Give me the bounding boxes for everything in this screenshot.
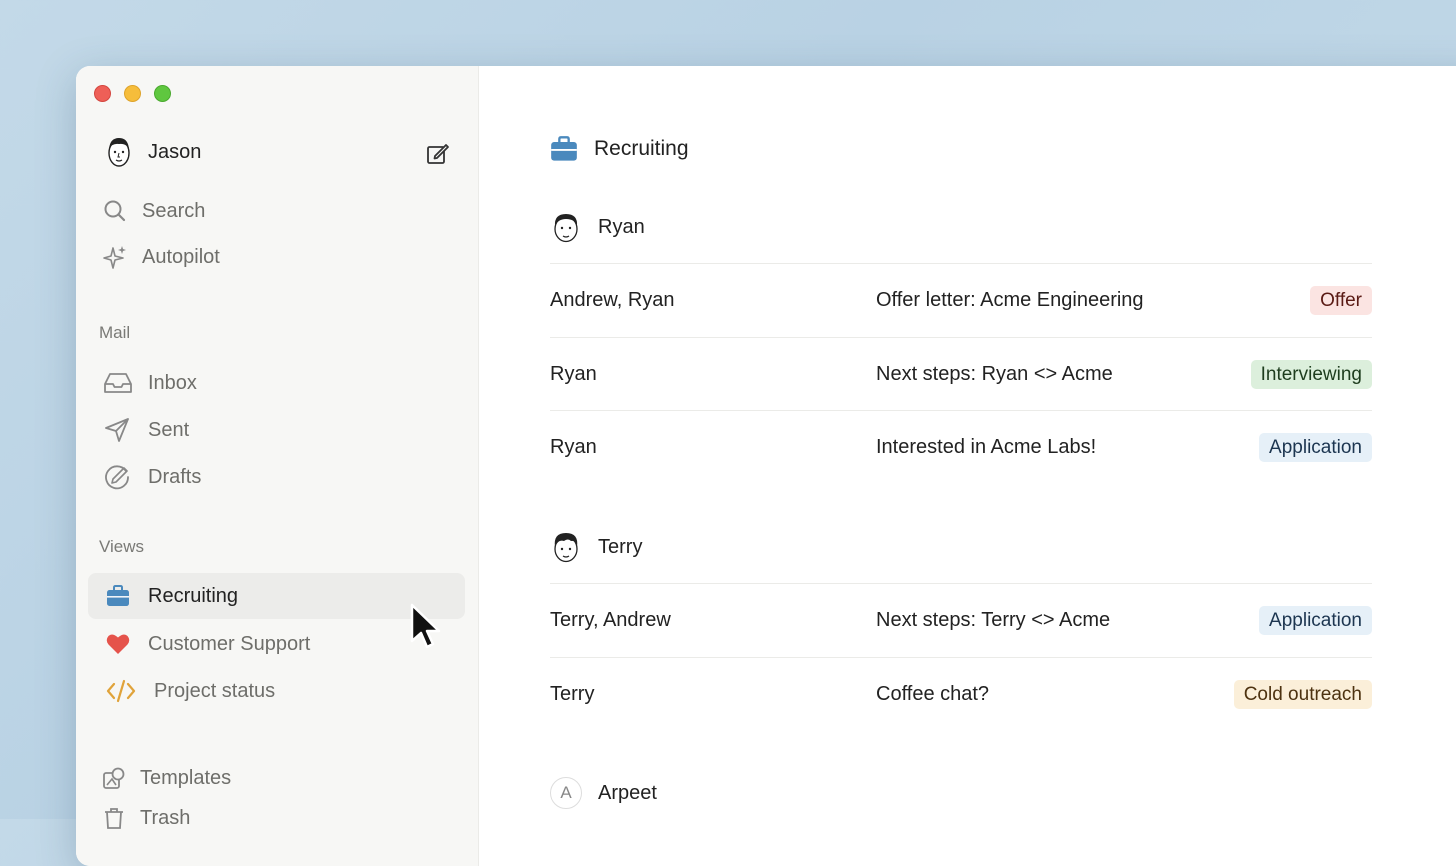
- inbox-icon: [104, 373, 132, 393]
- search-icon: [104, 200, 126, 222]
- views-section-label: Views: [99, 537, 145, 556]
- sidebar-item-label: Recruiting: [148, 584, 239, 607]
- sidebar-item-label: Customer Support: [148, 632, 311, 655]
- sidebar-item-drafts[interactable]: Drafts: [102, 464, 201, 490]
- table-row[interactable]: Andrew, Ryan Offer letter: Acme Engineer…: [550, 263, 1372, 335]
- sidebar-item-sent[interactable]: Sent: [102, 417, 189, 443]
- table-row[interactable]: Terry Coffee chat? Cold outreach: [550, 657, 1372, 729]
- sidebar-item-label: Sent: [148, 418, 190, 441]
- row-subject: Offer letter: Acme Engineering: [876, 289, 1144, 311]
- trash-icon: [105, 808, 123, 829]
- row-subject: Next steps: Ryan <> Acme: [876, 363, 1113, 385]
- sidebar-item-label: Drafts: [148, 465, 202, 488]
- person-name: Ryan: [598, 215, 645, 238]
- person-group-header[interactable]: Terry: [550, 529, 642, 565]
- row-from: Ryan: [550, 436, 597, 458]
- mouse-cursor-icon: [410, 603, 441, 649]
- main-content: Recruiting Ryan Andrew, Ryan Offer lette…: [478, 66, 1456, 866]
- avatar: [554, 533, 578, 563]
- sidebar: Jason Search Autopilot Mail Inbox Sent D…: [76, 66, 479, 866]
- page-title-text: Recruiting: [594, 137, 689, 160]
- briefcase-icon: [551, 136, 577, 161]
- row-from: Terry: [550, 683, 595, 705]
- code-icon: [106, 679, 136, 703]
- status-badge: Cold outreach: [1233, 680, 1372, 709]
- account-switcher[interactable]: Jason: [104, 134, 201, 170]
- row-subject: Next steps: Terry <> Acme: [876, 609, 1111, 631]
- avatar-letter: A: [560, 783, 572, 802]
- avatar: A: [550, 777, 582, 809]
- status-badge: Application: [1259, 606, 1372, 635]
- person-group-header[interactable]: Ryan: [550, 209, 645, 245]
- sparkle-icon: [103, 246, 126, 269]
- templates-icon: [103, 767, 125, 789]
- mail-section-label: Mail: [99, 323, 131, 342]
- status-badge: Offer: [1310, 286, 1372, 315]
- sidebar-item-trash[interactable]: Trash: [102, 806, 190, 830]
- page-title: Recruiting: [550, 136, 689, 162]
- sidebar-item-label: Inbox: [148, 371, 197, 394]
- window-controls: [94, 85, 171, 102]
- avatar: [554, 214, 578, 243]
- compose-icon[interactable]: [426, 142, 450, 166]
- row-from: Andrew, Ryan: [550, 289, 675, 311]
- person-name: Terry: [598, 535, 643, 558]
- autopilot-button[interactable]: Autopilot: [102, 244, 220, 270]
- sidebar-item-templates[interactable]: Templates: [102, 766, 231, 790]
- person-name: Arpeet: [598, 781, 657, 804]
- search-button[interactable]: Search: [102, 198, 205, 224]
- status-badge: Application: [1259, 433, 1372, 462]
- heart-icon: [106, 634, 130, 654]
- table-row[interactable]: Ryan Next steps: Ryan <> Acme Interviewi…: [550, 337, 1372, 409]
- app-window: Jason Search Autopilot Mail Inbox Sent D…: [76, 66, 1456, 866]
- sidebar-item-label: Project status: [154, 679, 276, 702]
- sidebar-item-project-status[interactable]: Project status: [88, 668, 465, 714]
- sidebar-item-label: Templates: [140, 766, 232, 789]
- search-label: Search: [142, 199, 206, 222]
- close-window-button[interactable]: [94, 85, 111, 102]
- drafts-icon: [105, 465, 129, 490]
- send-icon: [105, 418, 129, 442]
- sidebar-item-customer-support[interactable]: Customer Support: [88, 621, 465, 667]
- account-name: Jason: [148, 140, 202, 163]
- zoom-window-button[interactable]: [154, 85, 171, 102]
- avatar: [108, 138, 130, 167]
- table-row[interactable]: Terry, Andrew Next steps: Terry <> Acme …: [550, 583, 1372, 655]
- table-row[interactable]: Ryan Interested in Acme Labs! Applicatio…: [550, 410, 1372, 482]
- sidebar-item-inbox[interactable]: Inbox: [102, 370, 197, 396]
- minimize-window-button[interactable]: [124, 85, 141, 102]
- row-subject: Coffee chat?: [876, 683, 990, 705]
- row-subject: Interested in Acme Labs!: [876, 436, 1097, 458]
- sidebar-item-label: Trash: [140, 806, 191, 829]
- autopilot-label: Autopilot: [142, 245, 220, 268]
- briefcase-icon: [107, 585, 129, 606]
- sidebar-item-recruiting[interactable]: Recruiting: [88, 573, 465, 619]
- row-from: Ryan: [550, 363, 597, 385]
- status-badge: Interviewing: [1250, 360, 1372, 389]
- person-group-header[interactable]: A Arpeet: [550, 777, 657, 809]
- row-from: Terry, Andrew: [550, 609, 671, 631]
